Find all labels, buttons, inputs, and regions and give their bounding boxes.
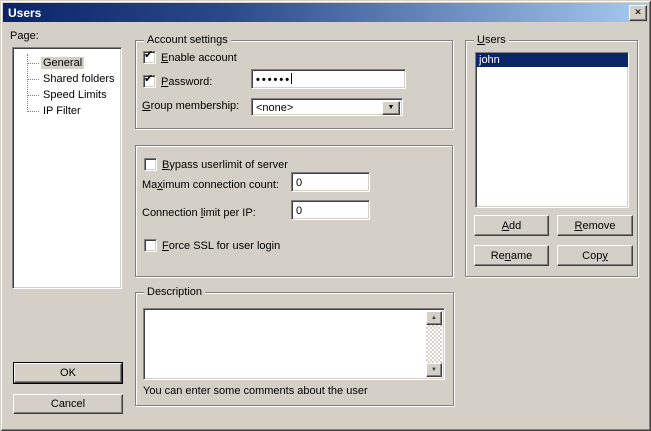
group-membership-select[interactable]: <none> ▼ — [251, 98, 403, 116]
text-caret — [291, 73, 292, 84]
page-label: Page: — [10, 30, 39, 42]
description-scrollbar[interactable]: ▲ ▼ — [426, 311, 442, 377]
cancel-button[interactable]: Cancel — [13, 394, 123, 414]
users-group-title: Users — [474, 34, 509, 46]
scroll-up-icon[interactable]: ▲ — [426, 311, 442, 325]
tree-stub — [27, 111, 39, 112]
scrollbar-track[interactable] — [426, 325, 442, 363]
ok-button-default-ring: OK — [13, 362, 123, 384]
connection-limits-group: Bypass userlimit of server Maximum conne… — [135, 145, 453, 277]
password-checkbox[interactable]: ✔ — [143, 75, 156, 88]
tree-stub — [27, 79, 39, 80]
connection-limit-per-ip-input[interactable]: 0 — [291, 200, 370, 220]
users-group: Users john Add Remove Rename Copy — [465, 40, 638, 277]
group-membership-value: <none> — [256, 99, 293, 117]
bypass-userlimit-checkbox[interactable] — [144, 158, 157, 171]
connection-limit-per-ip-value: 0 — [296, 202, 302, 220]
tree-item-label: Speed Limits — [41, 89, 109, 101]
tree-stub — [27, 63, 39, 64]
tree-item-ip-filter[interactable]: IP Filter — [13, 103, 83, 119]
chevron-down-icon[interactable]: ▼ — [382, 101, 400, 115]
title-bar[interactable]: Users — [3, 3, 648, 22]
tree-item-label: General — [41, 57, 84, 69]
description-title: Description — [144, 286, 205, 298]
users-dialog: Users ✕ Page: General Shared folders Spe… — [0, 0, 651, 431]
force-ssl-label: Force SSL for user login — [162, 240, 280, 252]
max-connection-count-value: 0 — [296, 174, 302, 192]
tree-item-general[interactable]: General — [13, 55, 84, 71]
max-connection-count-label: Maximum connection count: — [142, 179, 279, 191]
remove-button[interactable]: Remove — [557, 215, 633, 236]
password-value: •••••• — [256, 74, 291, 86]
tree-item-speed-limits[interactable]: Speed Limits — [13, 87, 109, 103]
list-item-john[interactable]: john — [476, 53, 628, 67]
group-membership-label: Group membership: — [142, 100, 239, 112]
description-hint: You can enter some comments about the us… — [143, 385, 368, 397]
copy-button[interactable]: Copy — [557, 245, 633, 266]
description-group: Description ▲ ▼ You can enter some comme… — [135, 292, 454, 406]
close-icon[interactable]: ✕ — [629, 5, 647, 21]
tree-item-label: Shared folders — [41, 73, 117, 85]
description-textarea[interactable]: ▲ ▼ — [143, 308, 445, 380]
ok-button[interactable]: OK — [14, 363, 122, 383]
password-label: Password: — [161, 76, 212, 88]
connection-limit-per-ip-label: Connection limit per IP: — [142, 207, 256, 219]
force-ssl-checkbox[interactable] — [144, 239, 157, 252]
add-button[interactable]: Add — [474, 215, 549, 236]
max-connection-count-input[interactable]: 0 — [291, 172, 370, 192]
password-input[interactable]: •••••• — [251, 69, 406, 89]
tree-item-label: IP Filter — [41, 105, 83, 117]
check-icon: ✔ — [144, 49, 153, 62]
tree-item-shared-folders[interactable]: Shared folders — [13, 71, 117, 87]
window-title: Users — [3, 6, 41, 20]
bypass-userlimit-label: Bypass userlimit of server — [162, 159, 288, 171]
tree-stub — [27, 95, 39, 96]
check-icon: ✔ — [144, 73, 153, 86]
scroll-down-icon[interactable]: ▼ — [426, 363, 442, 377]
account-settings-title: Account settings — [144, 34, 231, 46]
rename-button[interactable]: Rename — [474, 245, 549, 266]
enable-account-label: Enable account — [161, 52, 237, 64]
account-settings-group: Account settings ✔ Enable account ✔ Pass… — [135, 40, 453, 129]
users-listbox[interactable]: john — [475, 52, 629, 208]
page-tree[interactable]: General Shared folders Speed Limits IP F… — [12, 47, 122, 289]
enable-account-checkbox[interactable]: ✔ — [143, 51, 156, 64]
